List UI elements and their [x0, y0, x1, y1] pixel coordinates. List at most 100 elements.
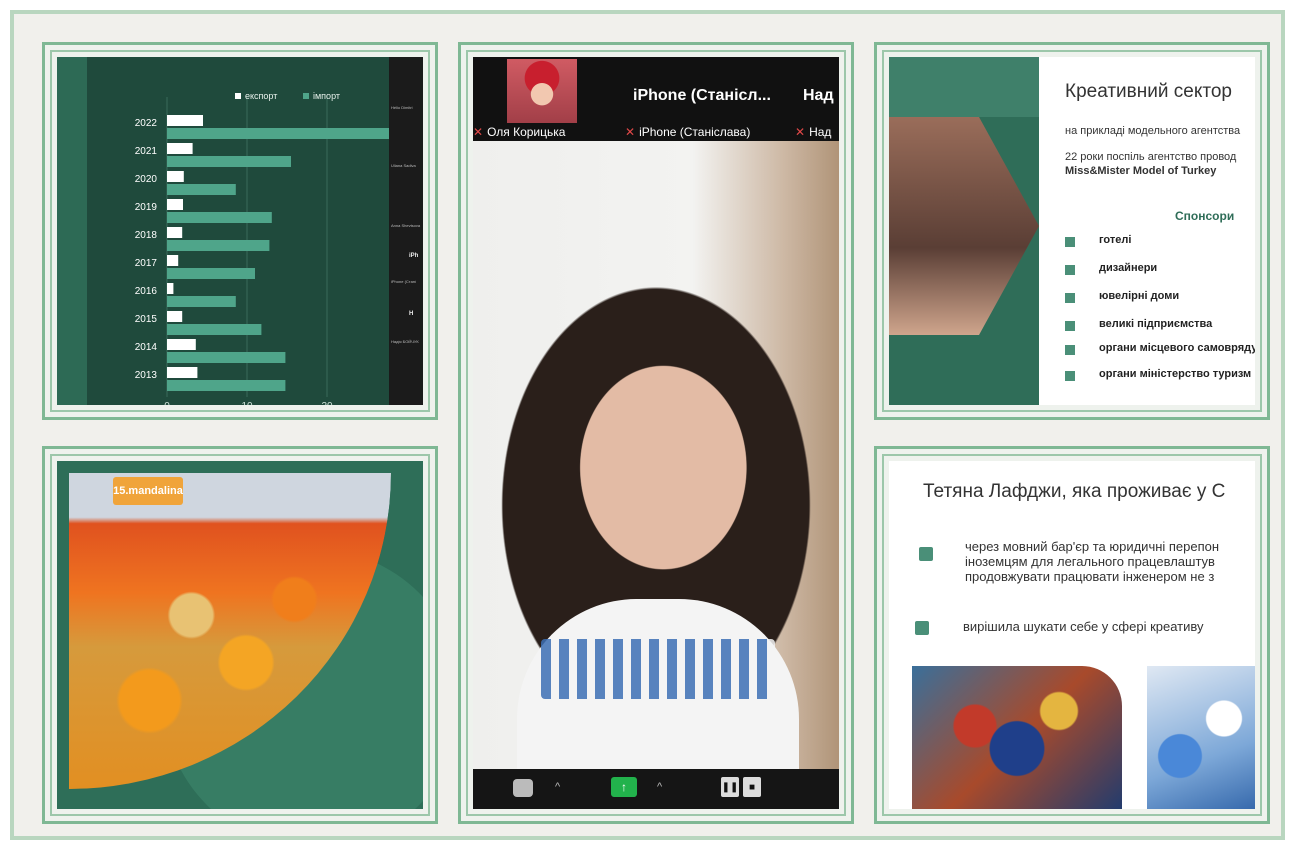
y-tick-label: 2019 — [135, 202, 158, 213]
chart-slide: 0102030експортімпорт20222021202020192018… — [57, 57, 423, 405]
sponsor-item: органи міністерство туризм — [1099, 368, 1252, 380]
bullet-icon — [1065, 293, 1075, 303]
bullet-icon — [1065, 345, 1075, 355]
painted-glass-photo — [912, 666, 1122, 809]
creative-sector-slide: Креативний сектор на прикладі модельного… — [889, 57, 1255, 405]
tetiana-slide-frame: Тетяна Лафджи, яка проживає у С через мо… — [874, 446, 1270, 824]
sponsor-item: органи місцевого самовряду — [1099, 342, 1255, 354]
orange-photo-frame: 15.mandalina — [42, 446, 438, 824]
y-tick-label: 2018 — [135, 230, 158, 241]
creative-slide-frame: Креативний сектор на прикладі модельного… — [874, 42, 1270, 420]
chevron-up-icon[interactable]: ^ — [657, 781, 662, 793]
speaker-video — [473, 141, 839, 769]
participant-name: ✕ Оля Корицька — [473, 125, 566, 139]
y-tick-label: 2015 — [135, 314, 158, 325]
bar-import — [167, 352, 286, 363]
legend-swatch — [235, 93, 241, 99]
bar-import — [167, 184, 236, 195]
slide-title: Креативний сектор — [1065, 81, 1232, 102]
bar-import — [167, 268, 255, 279]
bar-export — [167, 199, 183, 210]
bullet-icon — [915, 621, 929, 635]
bullet-icon — [1065, 237, 1075, 247]
chevron-up-icon[interactable]: ^ — [555, 781, 560, 793]
bullet-icon — [1065, 265, 1075, 275]
thumb-strong-label: iPh — [409, 253, 419, 259]
slide-text: іноземцям для легального працевлаштув — [965, 554, 1215, 569]
legend-label: експорт — [245, 91, 277, 101]
bar-export — [167, 311, 183, 322]
x-tick-label: 20 — [321, 401, 333, 405]
stop-share-button[interactable]: ■ — [743, 777, 761, 797]
slide-text: 22 роки поспіль агентство провод — [1065, 151, 1237, 163]
slide-title: Тетяна Лафджи, яка проживає у С — [923, 481, 1226, 502]
bar-import — [167, 296, 236, 307]
bar-export — [167, 227, 183, 238]
participant-name: ✕ Над — [795, 125, 832, 139]
slide-text: продовжувати працювати інженером не з — [965, 569, 1215, 584]
mic-muted-icon: ✕ — [473, 125, 484, 139]
shirt-embroidery — [541, 639, 775, 699]
chat-icon[interactable] — [513, 779, 533, 797]
thumb-label: iPhone (Стані — [391, 279, 416, 284]
participant-title: Над — [803, 87, 834, 104]
participant-thumbnails-strip: Hélio Dimitri Uliana Sadiva Anna Shevtso… — [389, 57, 423, 405]
thumb-label: Anna Shevtsova — [391, 223, 421, 228]
chart-frame: 0102030експортімпорт20222021202020192018… — [42, 42, 438, 420]
thumb-label: Надія БОЙЧУК — [391, 339, 419, 344]
x-tick-label: 0 — [164, 401, 170, 405]
y-tick-label: 2022 — [135, 118, 158, 129]
bar-import — [167, 240, 270, 251]
bar-export — [167, 171, 184, 182]
bar-import — [167, 156, 291, 167]
bullet-icon — [1065, 371, 1075, 381]
participant-tile-nad[interactable]: Над ✕ Над — [795, 57, 839, 141]
participant-tile-olya[interactable]: ✕ Оля Корицька — [473, 57, 617, 141]
orange-photo-slide: 15.mandalina — [57, 461, 423, 809]
participants-bar: ✕ Оля Корицька iPhone (Станісл... ✕ iPho… — [473, 57, 839, 141]
participant-name: ✕ iPhone (Станіслава) — [625, 125, 751, 139]
video-call-window: ✕ Оля Корицька iPhone (Станісл... ✕ iPho… — [473, 57, 839, 809]
tetiana-slide: Тетяна Лафджи, яка проживає у С через мо… — [889, 461, 1255, 809]
sponsor-item: ювелірні доми — [1099, 290, 1180, 302]
bullet-icon — [919, 547, 933, 561]
bar-export — [167, 143, 193, 154]
thumb-strong-label: H — [409, 311, 414, 317]
share-screen-button[interactable]: ↑ — [611, 777, 637, 797]
bullet-icon — [1065, 321, 1075, 331]
sponsor-item: великі підприємства — [1099, 318, 1213, 330]
bar-export — [167, 283, 174, 294]
bar-export — [167, 255, 179, 266]
bar-export — [167, 339, 196, 350]
participant-tile-iphone[interactable]: iPhone (Станісл... ✕ iPhone (Станіслава) — [625, 57, 793, 141]
participant-title: iPhone (Станісл... — [633, 87, 771, 104]
y-tick-label: 2017 — [135, 258, 158, 269]
avatar — [507, 59, 577, 123]
mic-muted-icon: ✕ — [625, 125, 636, 139]
bar-export — [167, 115, 203, 126]
slide-text: Miss&Mister Model of Turkey — [1065, 165, 1217, 177]
sponsors-heading: Спонсори — [1175, 209, 1235, 223]
y-tick-label: 2013 — [135, 370, 158, 381]
legend-label: імпорт — [313, 91, 340, 101]
thumb-label: Hélio Dimitri — [391, 105, 413, 110]
slide-text: на прикладі модельного агентства — [1065, 125, 1241, 137]
bar-import — [167, 212, 272, 223]
y-tick-label: 2020 — [135, 174, 158, 185]
blue-glassware-photo — [1147, 666, 1255, 809]
pause-share-button[interactable]: ❚❚ — [721, 777, 739, 797]
legend-swatch — [303, 93, 309, 99]
bar-import — [167, 380, 286, 391]
trade-bar-chart: 0102030експортімпорт20222021202020192018… — [135, 91, 423, 405]
y-tick-label: 2021 — [135, 146, 158, 157]
y-tick-label: 2016 — [135, 286, 158, 297]
mic-muted-icon: ✕ — [795, 125, 806, 139]
thumb-label: Uliana Sadiva — [391, 163, 416, 168]
meeting-controls: ^ ↑ ^ ❚❚ ■ — [473, 769, 839, 809]
bar-export — [167, 367, 198, 378]
collage-canvas: 0102030експортімпорт20222021202020192018… — [10, 10, 1285, 840]
bar-import — [167, 128, 423, 139]
video-call-frame: ✕ Оля Корицька iPhone (Станісл... ✕ iPho… — [458, 42, 854, 824]
bar-import — [167, 324, 262, 335]
sponsor-item: готелі — [1099, 234, 1132, 246]
